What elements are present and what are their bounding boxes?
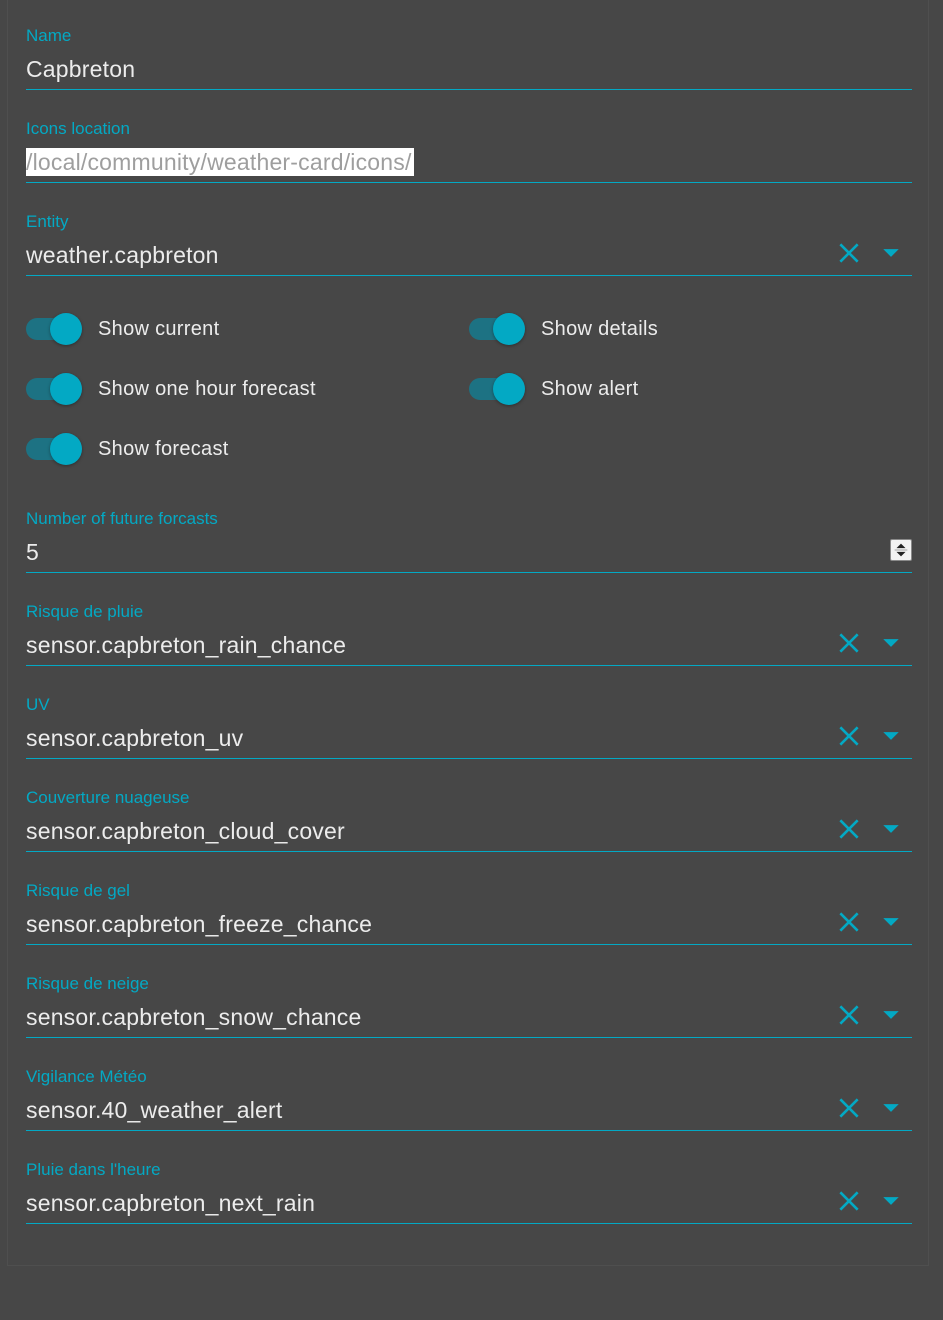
- uv-field[interactable]: UV sensor.capbreton_uv: [26, 669, 912, 759]
- icons-location-input[interactable]: /local/community/weather-card/icons/: [26, 148, 414, 176]
- switch[interactable]: [469, 309, 525, 349]
- close-x-icon[interactable]: [836, 1188, 862, 1214]
- snow-chance-input[interactable]: sensor.capbreton_snow_chance: [26, 1003, 362, 1031]
- toggle-label: Show one hour forecast: [98, 377, 316, 400]
- weather-alert-input[interactable]: sensor.40_weather_alert: [26, 1096, 283, 1124]
- number-of-forecasts-input[interactable]: 5: [26, 538, 39, 566]
- weather-alert-label: Vigilance Météo: [26, 1067, 147, 1086]
- close-x-icon[interactable]: [836, 723, 862, 749]
- toggle-label: Show details: [541, 317, 658, 340]
- caret-down-icon[interactable]: [882, 1008, 900, 1022]
- caret-down-icon[interactable]: [882, 1101, 900, 1115]
- entity-input[interactable]: weather.capbreton: [26, 241, 219, 269]
- next-rain-label: Pluie dans l'heure: [26, 1160, 161, 1179]
- caret-down-icon[interactable]: [882, 246, 900, 260]
- freeze-chance-field[interactable]: Risque de gel sensor.capbreton_freeze_ch…: [26, 855, 912, 945]
- toggle-label: Show forecast: [98, 437, 229, 460]
- rain-chance-label: Risque de pluie: [26, 602, 144, 621]
- close-x-icon[interactable]: [836, 816, 862, 842]
- snow-chance-label: Risque de neige: [26, 974, 149, 993]
- snow-chance-field[interactable]: Risque de neige sensor.capbreton_snow_ch…: [26, 948, 912, 1038]
- caret-down-icon[interactable]: [882, 822, 900, 836]
- entity-field[interactable]: Entity weather.capbreton: [26, 186, 912, 276]
- name-label: Name: [26, 26, 72, 45]
- cloud-cover-input[interactable]: sensor.capbreton_cloud_cover: [26, 817, 345, 845]
- close-x-icon[interactable]: [836, 630, 862, 656]
- weather-alert-field[interactable]: Vigilance Météo sensor.40_weather_alert: [26, 1041, 912, 1131]
- toggle-label: Show current: [98, 317, 220, 340]
- next-rain-field[interactable]: Pluie dans l'heure sensor.capbreton_next…: [26, 1134, 912, 1224]
- next-rain-input[interactable]: sensor.capbreton_next_rain: [26, 1189, 315, 1217]
- close-x-icon[interactable]: [836, 240, 862, 266]
- toggle-show-details[interactable]: Show details: [469, 309, 658, 349]
- freeze-chance-input[interactable]: sensor.capbreton_freeze_chance: [26, 910, 372, 938]
- cloud-cover-label: Couverture nuageuse: [26, 788, 190, 807]
- name-field[interactable]: Name Capbreton: [26, 0, 912, 90]
- toggle-label: Show alert: [541, 377, 639, 400]
- switch[interactable]: [469, 369, 525, 409]
- uv-input[interactable]: sensor.capbreton_uv: [26, 724, 243, 752]
- caret-down-icon[interactable]: [882, 1194, 900, 1208]
- toggle-show-alert[interactable]: Show alert: [469, 369, 639, 409]
- toggle-show-forecast[interactable]: Show forecast: [26, 429, 229, 469]
- close-x-icon[interactable]: [836, 1002, 862, 1028]
- caret-down-icon[interactable]: [882, 636, 900, 650]
- switch[interactable]: [26, 369, 82, 409]
- caret-down-icon[interactable]: [882, 729, 900, 743]
- entity-label: Entity: [26, 212, 69, 231]
- switch[interactable]: [26, 309, 82, 349]
- cloud-cover-field[interactable]: Couverture nuageuse sensor.capbreton_clo…: [26, 762, 912, 852]
- close-x-icon[interactable]: [836, 1095, 862, 1121]
- close-x-icon[interactable]: [836, 909, 862, 935]
- caret-down-icon[interactable]: [882, 915, 900, 929]
- number-of-forecasts-field[interactable]: Number of future forcasts 5: [26, 483, 912, 573]
- number-spinner-icon[interactable]: [890, 539, 912, 561]
- icons-location-field[interactable]: Icons location /local/community/weather-…: [26, 93, 912, 183]
- rain-chance-field[interactable]: Risque de pluie sensor.capbreton_rain_ch…: [26, 576, 912, 666]
- switch[interactable]: [26, 429, 82, 469]
- toggle-show-one-hour-forecast[interactable]: Show one hour forecast: [26, 369, 316, 409]
- name-input[interactable]: Capbreton: [26, 55, 135, 83]
- number-of-forecasts-label: Number of future forcasts: [26, 509, 218, 528]
- freeze-chance-label: Risque de gel: [26, 881, 130, 900]
- icons-location-label: Icons location: [26, 119, 130, 138]
- uv-label: UV: [26, 695, 50, 714]
- toggle-show-current[interactable]: Show current: [26, 309, 219, 349]
- rain-chance-input[interactable]: sensor.capbreton_rain_chance: [26, 631, 346, 659]
